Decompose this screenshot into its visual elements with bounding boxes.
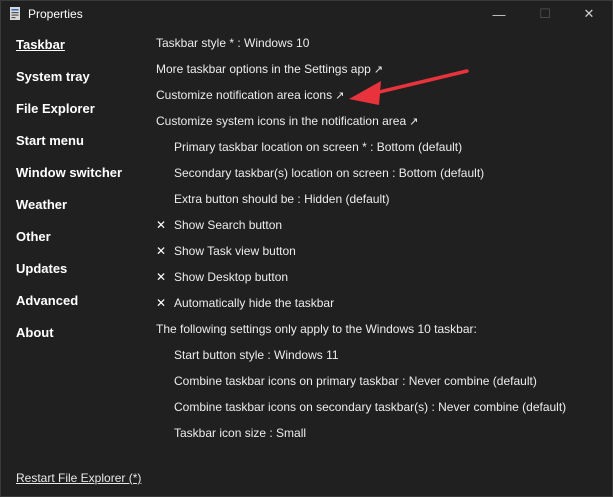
show-search-label: Show Search button [174,218,283,232]
combine-secondary-setting[interactable]: Combine taskbar icons on secondary taskb… [156,399,606,425]
app-icon [10,7,20,20]
sidebar-item-taskbar[interactable]: Taskbar [16,37,146,69]
check-icon: ✕ [156,218,167,232]
secondary-location-setting[interactable]: Secondary taskbar(s) location on screen … [156,165,606,191]
show-taskview-toggle[interactable]: ✕ Show Task view button [156,243,606,269]
sidebar-item-window-switcher[interactable]: Window switcher [16,165,146,197]
sidebar: Taskbar System tray File Explorer Start … [16,37,146,357]
show-search-toggle[interactable]: ✕ Show Search button [156,217,606,243]
check-icon: ✕ [156,244,167,258]
sidebar-item-other[interactable]: Other [16,229,146,261]
sidebar-item-about[interactable]: About [16,325,146,357]
check-icon: ✕ [156,270,167,284]
start-button-style-setting[interactable]: Start button style : Windows 11 [156,347,606,373]
combine-primary-setting[interactable]: Combine taskbar icons on primary taskbar… [156,373,606,399]
annotation-arrow-head [349,81,381,105]
window-title: Properties [28,7,83,21]
show-taskview-label: Show Task view button [174,244,296,258]
primary-location-setting[interactable]: Primary taskbar location on screen * : B… [156,139,606,165]
maximize-button[interactable]: ☐ [522,1,568,27]
close-button[interactable]: ✕ [566,1,612,27]
auto-hide-toggle[interactable]: ✕ Automatically hide the taskbar [156,295,606,321]
sidebar-item-advanced[interactable]: Advanced [16,293,146,325]
minimize-icon: — [492,6,506,22]
annotation-arrow [349,69,469,105]
restart-explorer-link[interactable]: Restart File Explorer (*) [16,471,141,485]
extra-button-setting[interactable]: Extra button should be : Hidden (default… [156,191,606,217]
title-bar[interactable]: Properties — ☐ ✕ [1,1,612,27]
close-icon: ✕ [583,6,595,21]
maximize-icon: ☐ [539,6,551,21]
external-link-icon: ↗ [409,116,419,128]
sidebar-item-updates[interactable]: Updates [16,261,146,293]
properties-window: Properties — ☐ ✕ Taskbar System tray Fil… [0,0,613,497]
check-icon: ✕ [156,296,167,310]
sidebar-item-file-explorer[interactable]: File Explorer [16,101,146,133]
show-desktop-label: Show Desktop button [174,270,289,284]
taskbar-style-setting[interactable]: Taskbar style * : Windows 10 [156,35,606,61]
show-desktop-toggle[interactable]: ✕ Show Desktop button [156,269,606,295]
sidebar-item-weather[interactable]: Weather [16,197,146,229]
icon-size-setting[interactable]: Taskbar icon size : Small [156,425,606,451]
windows10-note: The following settings only apply to the… [156,322,477,336]
annotation-arrow-shaft [369,69,469,96]
minimize-button[interactable]: — [476,1,522,27]
more-options-label: More taskbar options in the Settings app [156,62,371,76]
system-icons-label: Customize system icons in the notificati… [156,114,407,128]
sidebar-item-system-tray[interactable]: System tray [16,69,146,101]
system-icons-link[interactable]: Customize system icons in the notificati… [156,113,606,139]
notification-icons-label: Customize notification area icons [156,88,333,102]
auto-hide-label: Automatically hide the taskbar [174,296,335,310]
sidebar-item-start-menu[interactable]: Start menu [16,133,146,165]
